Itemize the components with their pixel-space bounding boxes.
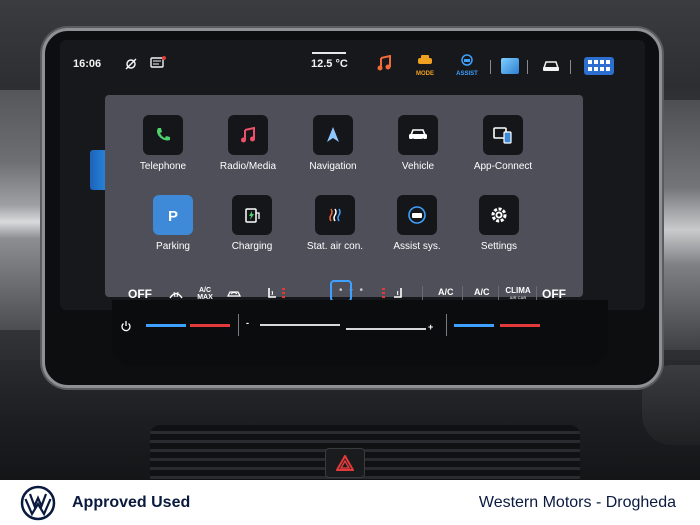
infotainment-display: 16:06 12.5 °C MODE ASSIST Telephone Radi… bbox=[60, 40, 645, 310]
status-separator bbox=[527, 60, 528, 74]
climate-separator bbox=[422, 286, 423, 300]
drive-mode-car-icon bbox=[418, 55, 432, 64]
app-label: Parking bbox=[156, 241, 190, 252]
app-stationary-aircon[interactable]: Stat. air con. bbox=[293, 195, 377, 252]
seat-heat-level-left bbox=[282, 288, 285, 300]
clima-label: CLIMA bbox=[505, 286, 531, 295]
recirculation-car-icon[interactable] bbox=[226, 289, 242, 299]
app-label: Stat. air con. bbox=[306, 241, 364, 252]
app-charging[interactable]: Charging bbox=[210, 195, 294, 252]
temp-slider-right-cold[interactable] bbox=[454, 324, 494, 327]
app-label: Radio/Media bbox=[219, 161, 277, 172]
fan-speed-slider-right[interactable] bbox=[346, 328, 426, 330]
vw-logo-icon bbox=[20, 485, 56, 521]
app-label: Telephone bbox=[139, 161, 187, 172]
ac-button-2[interactable]: A/C bbox=[474, 287, 490, 297]
gear-icon bbox=[479, 195, 519, 235]
drive-mode-label: MODE bbox=[416, 71, 434, 77]
climate-off-left[interactable]: OFF bbox=[128, 287, 152, 301]
center-air-vent bbox=[150, 425, 580, 480]
strip-separator bbox=[238, 314, 239, 336]
fan-speed-slider-left[interactable] bbox=[260, 324, 340, 326]
app-label: Settings bbox=[480, 241, 518, 252]
pull-down-handle[interactable] bbox=[312, 52, 346, 54]
fan-windscreen-icon[interactable] bbox=[168, 288, 184, 300]
app-grid-icon[interactable] bbox=[584, 57, 614, 75]
status-separator bbox=[490, 60, 491, 74]
app-radio-media[interactable]: Radio/Media bbox=[206, 115, 290, 172]
strip-separator bbox=[446, 314, 447, 336]
navigation-arrow-icon bbox=[313, 115, 353, 155]
clima-button[interactable]: CLIMA AIR CAR bbox=[502, 287, 534, 301]
message-icon[interactable] bbox=[150, 56, 166, 71]
music-note-icon bbox=[228, 115, 268, 155]
home-button[interactable] bbox=[330, 280, 352, 302]
assist-car-icon bbox=[461, 54, 473, 66]
status-separator bbox=[570, 60, 571, 74]
app-assist-systems[interactable]: Assist sys. bbox=[375, 195, 459, 252]
app-telephone[interactable]: Telephone bbox=[121, 115, 205, 172]
app-parking[interactable]: P Parking bbox=[131, 195, 215, 252]
app-connect-icon bbox=[483, 115, 523, 155]
hazard-button[interactable] bbox=[325, 448, 365, 478]
climate-off-right[interactable]: OFF bbox=[542, 287, 566, 301]
app-label: Charging bbox=[231, 241, 273, 252]
car-icon bbox=[398, 115, 438, 155]
app-app-connect[interactable]: App-Connect bbox=[461, 115, 545, 172]
power-icon[interactable] bbox=[120, 320, 132, 332]
app-label: App-Connect bbox=[473, 161, 533, 172]
app-label: Assist sys. bbox=[393, 241, 441, 252]
seat-heat-level-right bbox=[382, 288, 385, 300]
temp-slider-left-warm[interactable] bbox=[190, 324, 230, 327]
assist-label: ASSIST bbox=[456, 71, 478, 77]
app-settings[interactable]: Settings bbox=[457, 195, 541, 252]
dealer-footer: Approved Used Western Motors - Drogheda bbox=[0, 480, 700, 525]
phone-icon bbox=[143, 115, 183, 155]
seat-heating-left-icon[interactable] bbox=[266, 287, 278, 301]
climate-separator bbox=[462, 286, 463, 300]
ac-button-1[interactable]: A/C bbox=[438, 287, 454, 297]
apps-menu-panel: Telephone Radio/Media Navigation Vehicle bbox=[105, 95, 583, 297]
seat-heating-right-icon[interactable] bbox=[392, 287, 404, 301]
outside-temperature: 12.5 °C bbox=[311, 58, 348, 70]
ac-max-top: A/C bbox=[198, 287, 212, 294]
approved-used-label: Approved Used bbox=[72, 494, 191, 511]
temp-slider-left-cold[interactable] bbox=[146, 324, 186, 327]
app-label: Vehicle bbox=[401, 161, 435, 172]
clock: 16:06 bbox=[73, 58, 102, 70]
status-bar: 16:06 12.5 °C MODE ASSIST bbox=[60, 40, 645, 90]
ac-max-button[interactable]: A/C MAX bbox=[194, 287, 216, 301]
climate-separator bbox=[498, 286, 499, 300]
climate-separator bbox=[536, 286, 537, 300]
vehicle-status-icon[interactable] bbox=[541, 59, 561, 73]
parking-icon: P bbox=[153, 195, 193, 235]
temp-slider-right-warm[interactable] bbox=[500, 324, 540, 327]
stationary-aircon-icon bbox=[315, 195, 355, 235]
mute-icon[interactable] bbox=[124, 57, 138, 71]
media-note-icon[interactable] bbox=[376, 55, 392, 73]
fan-decrease[interactable]: - bbox=[246, 318, 249, 328]
app-label: Navigation bbox=[309, 161, 357, 172]
fan-increase[interactable]: + bbox=[428, 322, 433, 332]
car-interior-photo: 16:06 12.5 °C MODE ASSIST Telephone Radi… bbox=[0, 0, 700, 480]
svg-text:P: P bbox=[168, 208, 178, 224]
climate-touch-strip: - + bbox=[112, 300, 608, 366]
drive-mode-button[interactable]: MODE bbox=[412, 53, 438, 78]
dealer-name: Western Motors - Drogheda bbox=[478, 494, 676, 511]
app-shortcut-icon[interactable] bbox=[501, 58, 519, 74]
hazard-triangle-icon bbox=[336, 455, 354, 471]
assist-systems-icon bbox=[397, 195, 437, 235]
charging-icon bbox=[232, 195, 272, 235]
app-vehicle[interactable]: Vehicle bbox=[376, 115, 460, 172]
assist-button[interactable]: ASSIST bbox=[452, 53, 482, 78]
app-navigation[interactable]: Navigation bbox=[291, 115, 375, 172]
